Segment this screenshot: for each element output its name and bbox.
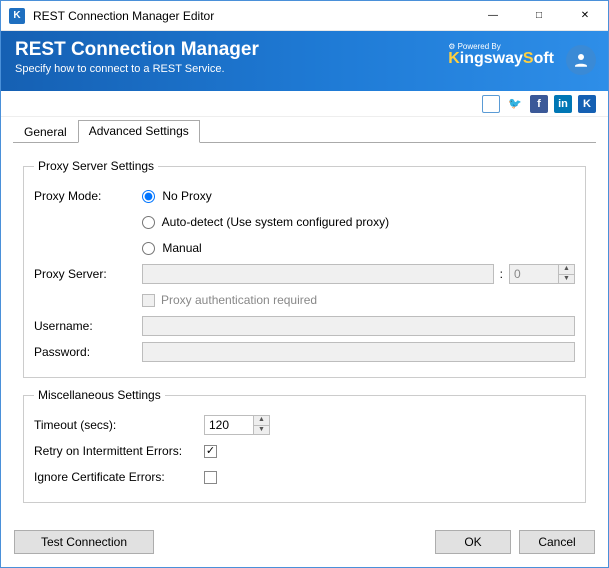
radio-manual[interactable]: Manual	[142, 241, 202, 255]
mail-icon[interactable]: ✉	[482, 95, 500, 113]
radio-no-proxy-input[interactable]	[142, 190, 155, 203]
window-title: REST Connection Manager Editor	[33, 9, 470, 23]
radio-no-proxy[interactable]: No Proxy	[142, 189, 212, 203]
minimize-button[interactable]: —	[470, 1, 516, 30]
header-banner: REST Connection Manager Specify how to c…	[1, 31, 608, 91]
ignore-cert-checkbox[interactable]	[204, 471, 217, 484]
timeout-stepper[interactable]: ▲ ▼	[204, 415, 270, 435]
radio-auto-detect-input[interactable]	[142, 216, 155, 229]
cancel-button[interactable]: Cancel	[519, 530, 595, 554]
dialog-footer: Test Connection OK Cancel	[0, 520, 609, 568]
kingswaysoft-icon[interactable]: K	[578, 95, 596, 113]
username-input[interactable]	[142, 316, 575, 336]
misc-settings-group: Miscellaneous Settings Timeout (secs): ▲…	[23, 388, 586, 503]
tab-content: Proxy Server Settings Proxy Mode: No Pro…	[1, 143, 608, 503]
timeout-step-up-icon[interactable]: ▲	[254, 416, 269, 426]
tab-general[interactable]: General	[13, 121, 78, 143]
ok-button[interactable]: OK	[435, 530, 511, 554]
test-connection-button[interactable]: Test Connection	[14, 530, 154, 554]
brand-logo: ⚙ Powered By KingswaySoft	[448, 43, 554, 68]
close-button[interactable]: ✕	[562, 1, 608, 30]
linkedin-icon[interactable]: in	[554, 95, 572, 113]
ignore-cert-label: Ignore Certificate Errors:	[34, 470, 204, 484]
misc-legend: Miscellaneous Settings	[34, 388, 165, 402]
radio-auto-detect[interactable]: Auto-detect (Use system configured proxy…	[142, 215, 389, 229]
retry-checkbox[interactable]	[204, 445, 217, 458]
proxy-settings-group: Proxy Server Settings Proxy Mode: No Pro…	[23, 159, 586, 378]
title-bar: K REST Connection Manager Editor — □ ✕	[1, 1, 608, 31]
proxy-legend: Proxy Server Settings	[34, 159, 158, 173]
proxy-server-label: Proxy Server:	[34, 267, 142, 281]
timeout-label: Timeout (secs):	[34, 418, 204, 432]
password-input[interactable]	[142, 342, 575, 362]
proxy-auth-checkbox[interactable]	[142, 294, 155, 307]
port-step-up-icon[interactable]: ▲	[559, 265, 574, 275]
tab-strip: General Advanced Settings	[1, 117, 608, 143]
proxy-host-port-sep: :	[500, 267, 503, 281]
brand-name: KingswaySoft	[448, 50, 554, 67]
password-label: Password:	[34, 345, 142, 359]
radio-manual-input[interactable]	[142, 242, 155, 255]
timeout-input[interactable]	[205, 416, 253, 434]
timeout-step-down-icon[interactable]: ▼	[254, 426, 269, 435]
twitter-icon[interactable]: 🐦	[506, 95, 524, 113]
user-avatar-icon[interactable]	[566, 45, 596, 75]
username-label: Username:	[34, 319, 142, 333]
proxy-mode-label: Proxy Mode:	[34, 189, 142, 203]
proxy-port-input[interactable]	[510, 265, 558, 283]
facebook-icon[interactable]: f	[530, 95, 548, 113]
proxy-auth-label: Proxy authentication required	[161, 293, 317, 307]
port-step-down-icon[interactable]: ▼	[559, 275, 574, 284]
retry-label: Retry on Intermittent Errors:	[34, 444, 204, 458]
proxy-port-stepper[interactable]: ▲ ▼	[509, 264, 575, 284]
social-bar: ✉ 🐦 f in K	[1, 91, 608, 117]
app-icon: K	[9, 8, 25, 24]
tab-advanced-settings[interactable]: Advanced Settings	[78, 120, 200, 143]
proxy-server-input[interactable]	[142, 264, 494, 284]
maximize-button[interactable]: □	[516, 1, 562, 30]
